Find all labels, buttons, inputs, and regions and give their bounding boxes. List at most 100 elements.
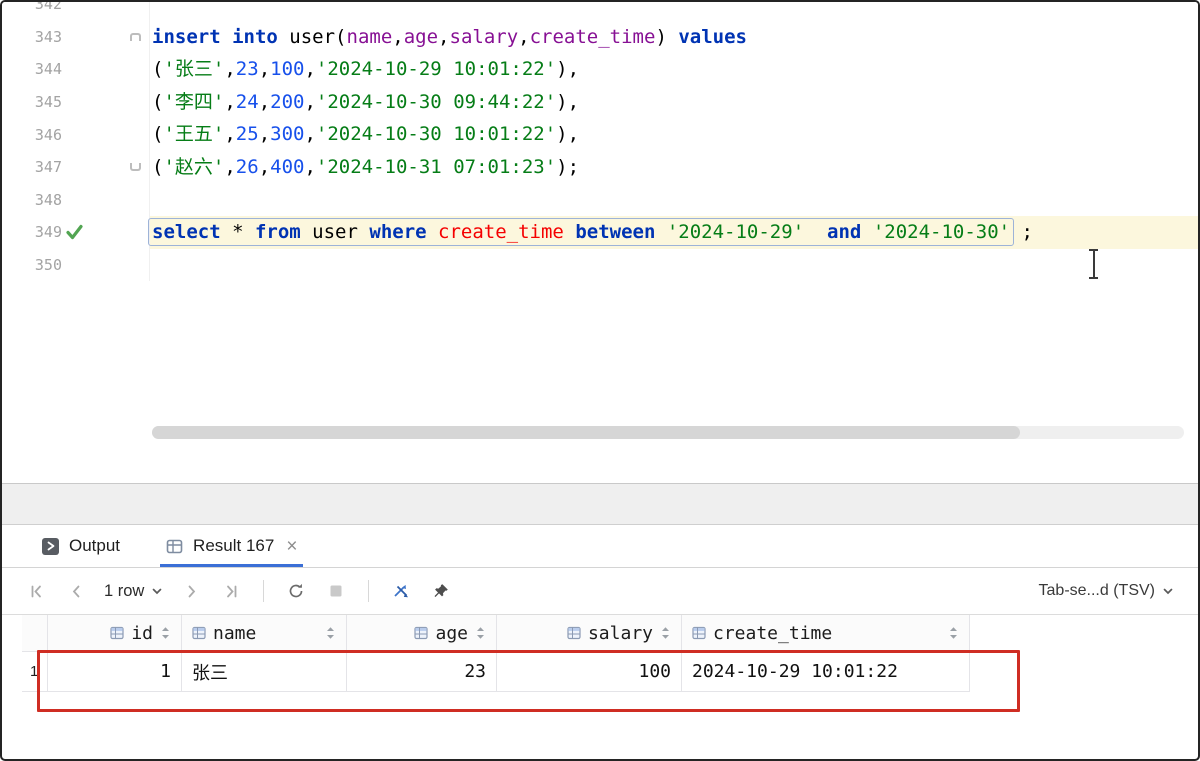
column-header-id[interactable]: id (48, 615, 182, 651)
cell-create_time[interactable]: 2024-10-29 10:01:22 (682, 652, 970, 691)
code-token: , (224, 123, 235, 145)
close-icon[interactable]: × (286, 537, 297, 556)
data-extractor-dropdown[interactable]: Tab-se...d (TSV) (1039, 582, 1184, 600)
sql-editor[interactable]: 342 343 insert into user(name,age,salary,c… (2, 2, 1198, 484)
gutter-icons (62, 2, 149, 21)
code-line[interactable]: 346('王五',25,300,'2024-10-30 10:01:22'), (2, 118, 1198, 151)
code-token: salary (450, 26, 519, 48)
sort-icon[interactable] (948, 626, 959, 640)
editor-gutter[interactable]: 346 (2, 118, 150, 151)
cell-salary[interactable]: 100 (497, 652, 682, 691)
code-text[interactable]: insert into user(name,age,salary,create_… (150, 21, 1198, 54)
code-token: '2024-10-30 09:44:22' (316, 91, 556, 113)
cell-id[interactable]: 1 (48, 652, 182, 691)
scrollbar-thumb[interactable] (152, 426, 1020, 439)
tab-output[interactable]: Output (36, 525, 126, 567)
line-number: 343 (2, 28, 62, 46)
line-number: 344 (2, 60, 62, 78)
cell-name[interactable]: 张三 (182, 652, 347, 691)
code-line[interactable]: 342 (2, 2, 1198, 21)
code-token: , (304, 58, 315, 80)
code-token: , (259, 91, 270, 113)
code-token: , (259, 58, 270, 80)
previous-page-button[interactable] (61, 577, 91, 605)
editor-panel-splitter[interactable] (2, 484, 1198, 525)
editor-gutter[interactable]: 350 (2, 249, 150, 282)
output-icon (42, 538, 59, 555)
sort-icon[interactable] (660, 626, 671, 640)
code-token: 400 (270, 156, 304, 178)
code-token: 24 (236, 91, 259, 113)
column-icon (692, 626, 706, 640)
table-icon (166, 538, 183, 555)
tab-output-label: Output (69, 536, 120, 556)
column-header-create_time[interactable]: create_time (682, 615, 970, 651)
first-page-button[interactable] (21, 577, 51, 605)
line-number: 342 (2, 2, 62, 13)
editor-gutter[interactable]: 343 (2, 21, 150, 54)
code-text[interactable]: ('赵六',26,400,'2024-10-31 07:01:23'); (150, 151, 1198, 184)
stop-icon[interactable] (321, 577, 351, 605)
code-token: select (152, 221, 221, 243)
cell-age[interactable]: 23 (347, 652, 497, 691)
code-token (221, 26, 232, 48)
code-text[interactable]: ('张三',23,100,'2024-10-29 10:01:22'), (150, 53, 1198, 86)
code-text[interactable]: ('王五',25,300,'2024-10-30 10:01:22'), (150, 118, 1198, 151)
compare-icon[interactable] (386, 577, 416, 605)
code-line[interactable]: 344 ('张三',23,100,'2024-10-29 10:01:22'), (2, 53, 1198, 86)
fold-marker-icon[interactable] (130, 33, 141, 41)
column-header-name[interactable]: name (182, 615, 347, 651)
editor-gutter[interactable]: 345 (2, 86, 150, 119)
editor-gutter[interactable]: 347 (2, 151, 150, 184)
fold-marker-icon[interactable] (130, 163, 141, 171)
code-token: '王五' (163, 123, 224, 145)
code-token (564, 221, 575, 243)
editor-gutter[interactable]: 344 (2, 53, 150, 86)
editor-gutter[interactable]: 342 (2, 2, 150, 21)
code-token (427, 221, 438, 243)
code-token: , (438, 26, 449, 48)
line-number: 349 (2, 223, 62, 241)
sort-icon[interactable] (160, 626, 171, 640)
code-token: create_time (438, 221, 564, 243)
code-token: '赵六' (163, 156, 224, 178)
row-number[interactable]: 1 (22, 652, 48, 691)
gutter-icons (62, 53, 149, 86)
tab-result[interactable]: Result 167 × (160, 525, 303, 567)
editor-gutter[interactable]: 349 (2, 216, 150, 249)
code-token: user( (278, 26, 347, 48)
code-line[interactable]: 349 select * from user where create_time … (2, 216, 1198, 249)
code-line[interactable]: 350 (2, 249, 1198, 282)
tool-window-tabs: Output Result 167 × (2, 525, 1198, 568)
code-token: 26 (236, 156, 259, 178)
page-size-dropdown[interactable]: 1 row (104, 582, 163, 601)
code-token: 300 (270, 123, 304, 145)
column-icon (414, 626, 428, 640)
refresh-icon[interactable] (281, 577, 311, 605)
code-line[interactable]: 348 (2, 184, 1198, 217)
code-text[interactable]: ('李四',24,200,'2024-10-30 09:44:22'), (150, 86, 1198, 119)
code-token: , (304, 123, 315, 145)
code-token: , (224, 91, 235, 113)
column-header-age[interactable]: age (347, 615, 497, 651)
code-token: 25 (236, 123, 259, 145)
code-token: ), (556, 58, 579, 80)
code-token: ) (655, 26, 678, 48)
code-token: ; (1010, 221, 1033, 243)
code-line[interactable]: 343 insert into user(name,age,salary,crea… (2, 21, 1198, 54)
sort-icon[interactable] (475, 626, 486, 640)
last-page-button[interactable] (216, 577, 246, 605)
sort-icon[interactable] (325, 626, 336, 640)
code-line[interactable]: 347('赵六',26,400,'2024-10-31 07:01:23'); (2, 151, 1198, 184)
pin-icon[interactable] (426, 577, 456, 605)
code-token: '2024-10-29 10:01:22' (316, 58, 556, 80)
line-number: 350 (2, 256, 62, 274)
table-row[interactable]: 11张三231002024-10-29 10:01:22 (22, 652, 970, 692)
editor-gutter[interactable]: 348 (2, 184, 150, 217)
column-header-label: salary (588, 623, 653, 644)
column-header-salary[interactable]: salary (497, 615, 682, 651)
next-page-button[interactable] (176, 577, 206, 605)
code-line[interactable]: 345('李四',24,200,'2024-10-30 09:44:22'), (2, 86, 1198, 119)
horizontal-scrollbar[interactable] (152, 426, 1184, 439)
code-text[interactable]: select * from user where create_time bet… (150, 216, 1198, 249)
